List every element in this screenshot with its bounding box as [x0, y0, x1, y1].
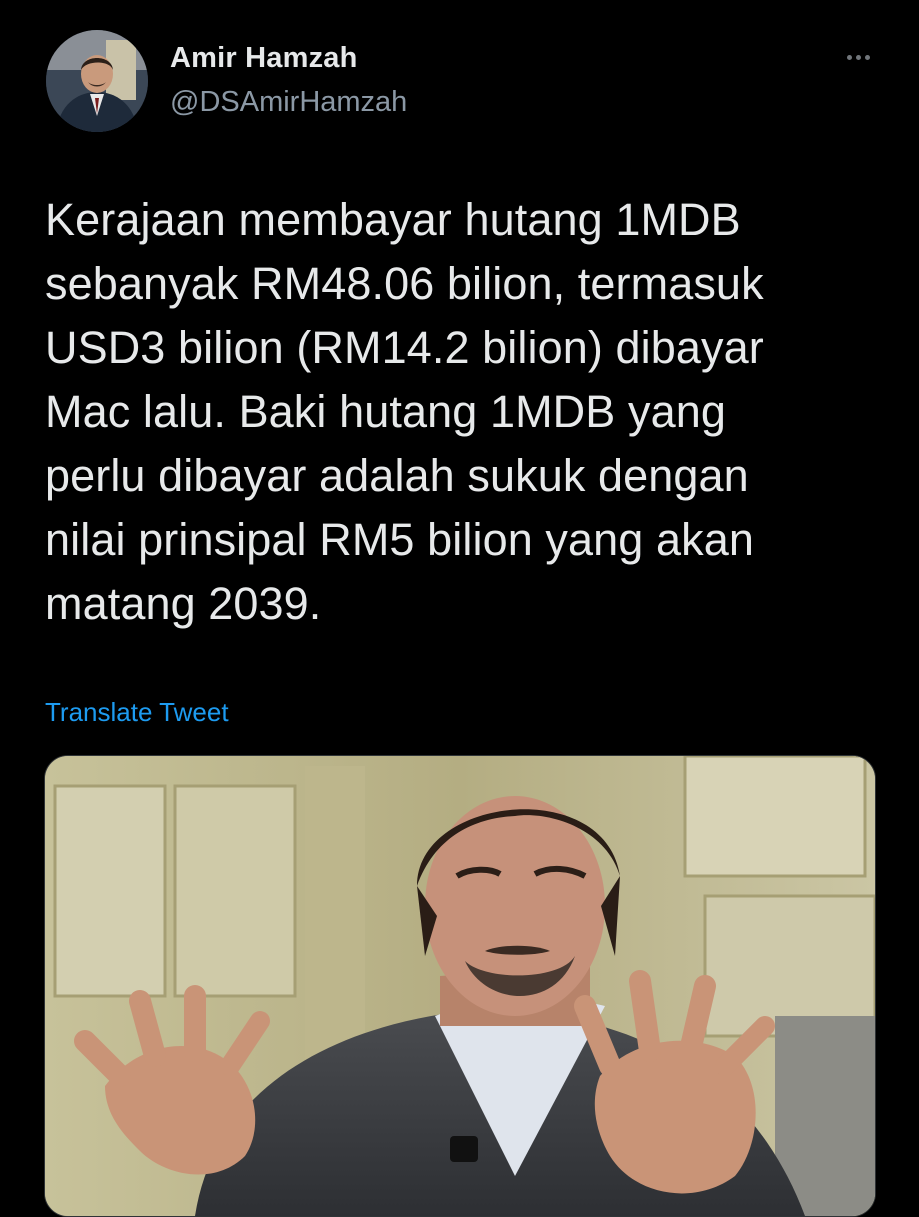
- photo-image: [45, 756, 875, 1216]
- tweet-media-photo[interactable]: [44, 755, 876, 1217]
- author-avatar[interactable]: [46, 30, 148, 132]
- author-name[interactable]: Amir Hamzah: [170, 42, 358, 75]
- translate-tweet-link[interactable]: Translate Tweet: [45, 697, 229, 728]
- author-handle[interactable]: @DSAmirHamzah: [170, 86, 407, 119]
- more-dot: [855, 54, 861, 60]
- more-options-button[interactable]: [841, 40, 875, 74]
- more-dot: [864, 54, 870, 60]
- more-horizontal-icon: [846, 54, 852, 60]
- tweet-text: Kerajaan membayar hutang 1MDB sebanyak R…: [45, 194, 764, 629]
- tweet: Amir Hamzah @DSAmirHamzah Kerajaan memba…: [0, 0, 919, 1217]
